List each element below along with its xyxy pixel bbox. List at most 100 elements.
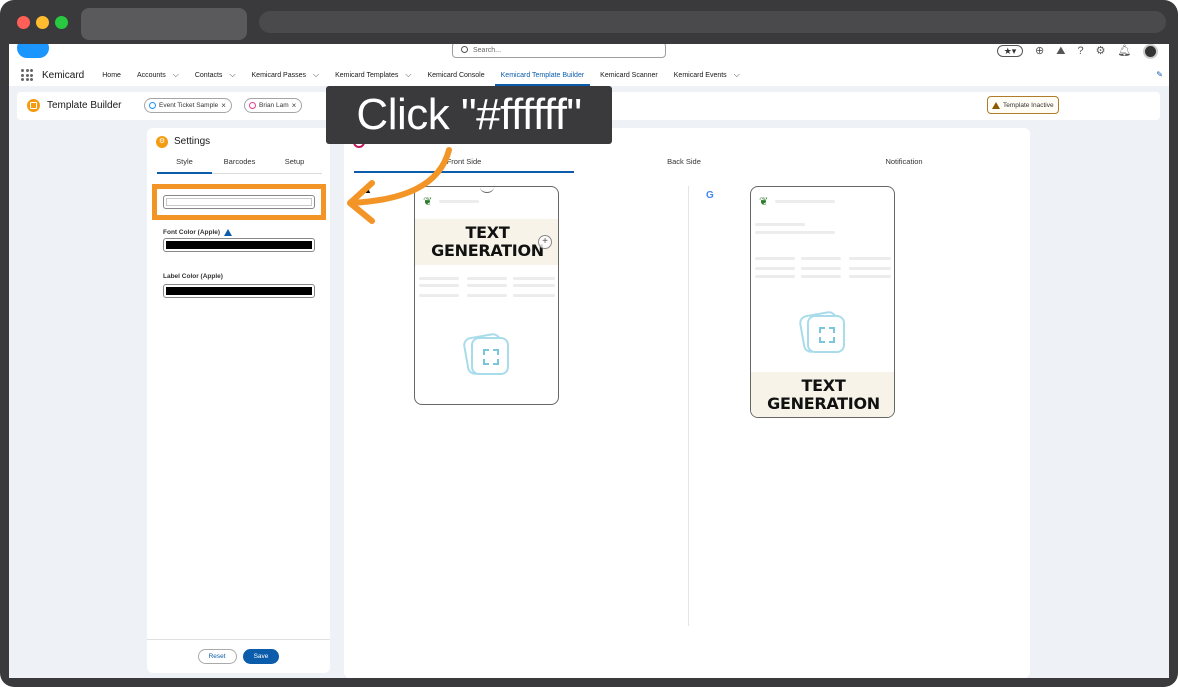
search-placeholder: Search... <box>473 47 502 54</box>
template-icon <box>149 102 156 109</box>
tab-barcodes[interactable]: Barcodes <box>212 154 267 173</box>
placeholder-line <box>513 284 555 287</box>
placeholder-line <box>419 294 459 297</box>
add-icon[interactable]: ⊕ <box>1035 45 1044 57</box>
placeholder-line <box>755 223 805 226</box>
placeholder-line <box>801 275 841 278</box>
close-icon[interactable]: × <box>221 101 226 110</box>
nav-label: Kemicard Passes <box>251 71 306 79</box>
settings-tabs: Style Barcodes Setup <box>157 154 322 174</box>
nav-item-contacts[interactable]: Contacts ⌵ <box>195 64 236 86</box>
placeholder-line <box>467 294 507 297</box>
apple-pass-preview[interactable]: ❦ TEXT GENERATION + <box>414 186 559 405</box>
color-swatch-black <box>166 287 312 295</box>
nav-item-kemicard-passes[interactable]: Kemicard Passes ⌵ <box>252 64 320 86</box>
user-pill[interactable]: Brian Lam × <box>244 98 303 113</box>
tab-back-side[interactable]: Back Side <box>574 154 794 172</box>
tab-notification[interactable]: Notification <box>794 154 1014 172</box>
search-icon <box>461 46 468 53</box>
settings-icon: ⚙ <box>156 136 168 148</box>
google-icon: G <box>706 190 714 201</box>
app-name: Kemicard <box>42 69 85 81</box>
close-icon[interactable]: × <box>292 101 297 110</box>
template-pill[interactable]: Event Ticket Sample × <box>144 98 232 113</box>
placeholder-line <box>419 284 459 287</box>
save-button[interactable]: Save <box>242 649 280 664</box>
placeholder-line <box>439 200 479 203</box>
gear-icon[interactable]: ⚙ <box>1096 45 1106 57</box>
edit-nav-pencil-icon[interactable]: ✎ <box>1156 70 1163 79</box>
minimize-window-button[interactable] <box>36 16 49 29</box>
settings-title: Settings <box>174 136 211 147</box>
placeholder-line <box>467 284 507 287</box>
nav-label: Kemicard Events <box>673 71 727 79</box>
preview-divider <box>688 186 689 626</box>
pass-text-line1: TEXT <box>801 376 846 395</box>
nav-item-accounts[interactable]: Accounts ⌵ <box>137 64 179 86</box>
avatar[interactable] <box>1143 44 1159 59</box>
color-swatch-black <box>166 241 312 249</box>
chevron-down-icon[interactable]: ⌵ <box>173 70 179 80</box>
window-titlebar <box>0 0 1178 44</box>
reset-button[interactable]: Reset <box>197 649 237 664</box>
label-color-label: Label Color (Apple) <box>163 273 223 280</box>
favorites-star-icon[interactable]: ★▾ <box>997 45 1023 57</box>
placeholder-line <box>849 267 891 270</box>
status-text: Template Inactive <box>1003 101 1054 109</box>
placeholder-line <box>755 231 835 234</box>
user-pill-label: Brian Lam <box>259 102 289 109</box>
pass-notch <box>480 187 494 193</box>
placeholder-line <box>755 267 795 270</box>
nav-label: Accounts <box>136 71 166 79</box>
placeholder-line <box>755 275 795 278</box>
pass-text-line2: GENERATION <box>767 394 880 413</box>
chevron-down-icon[interactable]: ⌵ <box>229 70 235 80</box>
template-status-badge: Template Inactive <box>987 96 1059 114</box>
help-icon[interactable]: ? <box>1077 45 1083 57</box>
page-title: Template Builder <box>47 100 122 111</box>
header-utility-icons: ★▾ ⊕ ⛰ ? ⚙ 🔔︎ <box>997 44 1159 59</box>
nav-item-home[interactable]: Home <box>102 64 121 86</box>
nav-item-kemicard-scanner[interactable]: Kemicard Scanner <box>600 64 658 86</box>
user-icon <box>249 102 256 109</box>
leaf-logo-icon: ❦ <box>423 196 433 208</box>
nav-item-kemicard-console[interactable]: Kemicard Console <box>427 64 484 86</box>
chevron-down-icon[interactable]: ⌵ <box>734 70 740 80</box>
chevron-down-icon[interactable]: ⌵ <box>313 70 319 80</box>
tab-style[interactable]: Style <box>157 154 212 174</box>
salesforce-logo[interactable] <box>17 44 49 58</box>
font-color-input[interactable] <box>163 238 315 252</box>
bell-icon[interactable]: 🔔︎ <box>1117 45 1131 57</box>
nav-item-kemicard-template-builder[interactable]: Kemicard Template Builder <box>494 64 590 86</box>
placeholder-line <box>775 200 835 203</box>
nav-label: Kemicard Scanner <box>600 71 658 79</box>
trailhead-icon[interactable]: ⛰ <box>1056 45 1065 57</box>
google-pass-preview[interactable]: ❦ TEXT GENERATION <box>750 186 895 418</box>
app-launcher-icon[interactable] <box>21 69 33 81</box>
maximize-window-button[interactable] <box>55 16 68 29</box>
address-bar[interactable] <box>259 11 1166 33</box>
placeholder-line <box>755 257 795 260</box>
placeholder-line <box>467 277 507 280</box>
nav-label: Kemicard Templates <box>335 71 399 79</box>
label-color-input[interactable] <box>163 284 315 298</box>
global-header: Search... ★▾ ⊕ ⛰ ? ⚙ 🔔︎ Kemicard Home Ac… <box>9 44 1169 86</box>
global-search-input[interactable]: Search... <box>452 44 666 58</box>
template-builder-icon <box>27 99 40 112</box>
placeholder-line <box>513 294 555 297</box>
tab-front-side[interactable]: Front Side <box>354 154 574 173</box>
close-window-button[interactable] <box>17 16 30 29</box>
tab-setup[interactable]: Setup <box>267 154 322 173</box>
pass-text-line2: GENERATION <box>431 241 544 260</box>
chevron-down-icon[interactable]: ⌵ <box>405 70 411 80</box>
nav-item-kemicard-templates[interactable]: Kemicard Templates ⌵ <box>335 64 411 86</box>
add-field-icon[interactable]: + <box>538 235 552 249</box>
nav-item-kemicard-events[interactable]: Kemicard Events ⌵ <box>674 64 740 86</box>
preview-panel: Preview Front Side Back Side Notificatio… <box>344 128 1030 678</box>
browser-tab[interactable] <box>81 8 247 40</box>
warning-icon <box>992 101 1000 109</box>
nav-label: Kemicard Template Builder <box>500 71 585 79</box>
placeholder-line <box>801 267 841 270</box>
font-color-label: Font Color (Apple) <box>163 229 233 236</box>
qr-code-icon <box>807 315 845 353</box>
